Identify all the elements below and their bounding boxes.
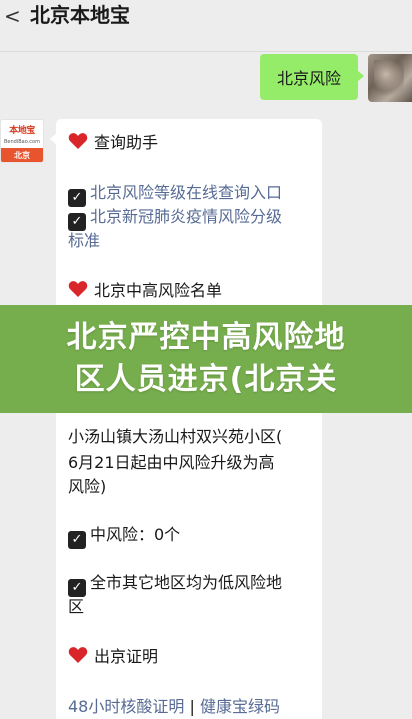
high-risk-area-line2: 6月21日起由中风险升级为高	[68, 453, 275, 472]
low-risk-text-part1: 全市其它地区均为低风险地	[90, 573, 283, 592]
link-separator: |	[189, 697, 195, 716]
medium-risk-text: 中风险：0个	[90, 525, 181, 544]
heart-icon	[68, 647, 88, 663]
heading-text: 出京证明	[94, 647, 159, 666]
user-message-text: 北京风险	[276, 69, 341, 88]
headline-text: 北京严控中高风险地 区人员进京(北京关	[0, 317, 412, 401]
headline-banner: 北京严控中高风险地 区人员进京(北京关	[0, 305, 412, 413]
bot-logo-city: 北京	[1, 148, 43, 162]
link-row-risk-classification-cont[interactable]: 标准	[68, 230, 316, 252]
risk-level-query-link[interactable]: 北京风险等级在线查询入口	[90, 183, 282, 202]
risk-classification-link-part1[interactable]: 北京新冠肺炎疫情风险分级	[90, 207, 282, 226]
bot-message-bubble: 查询助手 ✓ 北京风险等级在线查询入口 ✓ 北京新冠肺炎疫情风险分级 标准 北京中高…	[50, 119, 322, 719]
section-risk-list: 北京中高风险名单	[68, 280, 316, 302]
checkbox-icon: ✓	[68, 189, 86, 207]
back-arrow-icon[interactable]: <	[4, 4, 24, 28]
low-risk-line2: 区	[68, 597, 85, 616]
heart-icon	[68, 133, 88, 149]
nucleic-acid-proof-link[interactable]: 48小时核酸证明	[68, 697, 184, 716]
checkbox-icon: ✓	[68, 531, 86, 549]
risk-classification-link-part2[interactable]: 标准	[68, 231, 100, 250]
heading-text: 查询助手	[94, 133, 159, 152]
section-query-assistant: 查询助手	[68, 132, 316, 154]
checkbox-icon: ✓	[68, 213, 86, 231]
heart-icon	[68, 281, 88, 297]
high-risk-area-line3: 风险)	[68, 477, 107, 496]
high-risk-area-line1: 小汤山镇大汤山村双兴苑小区(	[68, 427, 283, 446]
link-row-risk-level-query[interactable]: ✓ 北京风险等级在线查询入口	[68, 182, 316, 207]
low-risk-line1: ✓ 全市其它地区均为低风险地	[68, 572, 316, 597]
bot-avatar[interactable]: 本地宝 BendiBao.com 北京	[0, 119, 44, 163]
headline-line1: 北京严控中高风险地	[66, 320, 346, 355]
proof-links-row: 48小时核酸证明 | 健康宝绿码	[68, 696, 316, 718]
heading-text: 北京中高风险名单	[94, 281, 223, 300]
bot-logo-brand: 本地宝	[9, 126, 35, 136]
headline-line2: 区人员进京(北京关	[74, 362, 338, 397]
checkbox-icon: ✓	[68, 579, 86, 597]
link-row-risk-classification[interactable]: ✓ 北京新冠肺炎疫情风险分级	[68, 206, 316, 231]
top-bar: < 北京本地宝	[0, 0, 412, 52]
user-message-bubble[interactable]: 北京风险	[260, 54, 364, 100]
section-leave-beijing-proof: 出京证明	[68, 646, 316, 668]
chat-title: 北京本地宝	[30, 3, 130, 27]
health-code-link[interactable]: 健康宝绿码	[200, 697, 280, 716]
medium-risk-count: ✓ 中风险：0个	[68, 524, 316, 549]
bot-logo-domain: BendiBao.com	[4, 139, 40, 145]
user-avatar[interactable]	[368, 54, 412, 102]
